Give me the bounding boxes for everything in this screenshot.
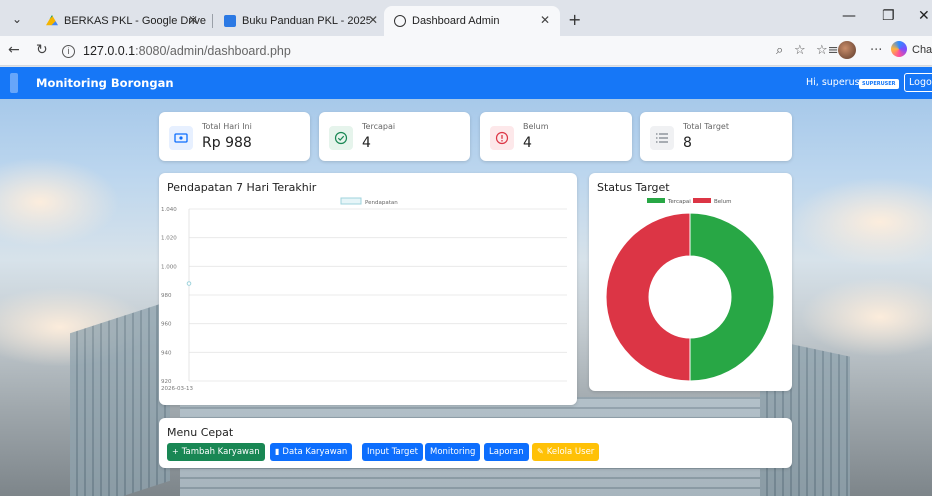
new-tab-plus-icon[interactable]: + xyxy=(568,10,581,29)
stat-label: Total Hari Ini xyxy=(202,122,252,131)
stat-card-belum: Belum 4 xyxy=(480,112,632,161)
y-tick-label: 1.040 xyxy=(161,207,177,213)
stat-label: Tercapai xyxy=(362,122,396,131)
browser-tab-docx[interactable]: Buku Panduan PKL - 2025.docx - G ✕ xyxy=(214,6,382,36)
back-arrow-icon[interactable]: ← xyxy=(8,42,20,58)
restore-icon[interactable]: ❐ xyxy=(882,8,895,24)
stat-value: 8 xyxy=(683,135,692,151)
y-tick-label: 920 xyxy=(161,379,172,385)
status-donut-chart: Tercapai Belum xyxy=(605,198,775,382)
quick-data-karyawan-button[interactable]: ▮ Data Karyawan xyxy=(270,443,353,461)
cash-icon xyxy=(169,126,193,150)
tab-title: BERKAS PKL - Google Drive xyxy=(64,15,207,27)
quick-menu-card: Menu Cepat + Tambah Karyawan ▮ Data Karyawa… xyxy=(159,418,792,468)
list-icon xyxy=(650,126,674,150)
logout-button[interactable]: Logout xyxy=(904,73,932,92)
quick-tambah-karyawan-button[interactable]: + Tambah Karyawan xyxy=(167,443,265,461)
quick-input-target-button[interactable]: Input Target xyxy=(362,443,424,461)
quick-laporan-button[interactable]: Laporan xyxy=(484,443,529,461)
copilot-label[interactable]: Cha xyxy=(912,44,932,56)
role-badge: SUPERUSER xyxy=(859,79,899,89)
stat-value: 4 xyxy=(362,135,371,151)
stat-label: Belum xyxy=(523,122,549,131)
legend-label: Pendapatan xyxy=(365,200,398,206)
profile-avatar-icon[interactable] xyxy=(838,41,856,59)
button-icon: ▮ xyxy=(275,447,280,456)
minimize-icon[interactable]: — xyxy=(842,8,856,24)
brand-title[interactable]: Monitoring Borongan xyxy=(36,76,174,90)
button-label: Monitoring xyxy=(430,447,476,457)
stat-card-total-hari-ini: Total Hari Ini Rp 988 xyxy=(159,112,310,161)
y-tick-label: 1.020 xyxy=(161,236,177,242)
button-label: Input Target xyxy=(367,447,419,457)
tab-title: Dashboard Admin xyxy=(412,15,500,27)
donut-slice-tercapai xyxy=(689,212,775,382)
button-icon: ✎ xyxy=(537,447,544,456)
reload-icon[interactable]: ↻ xyxy=(36,42,48,58)
tab-separator xyxy=(212,14,213,28)
google-drive-icon xyxy=(46,15,58,26)
button-icon: + xyxy=(172,447,179,456)
income-chart-card: Pendapatan 7 Hari Terakhir Pendapatan 1.0… xyxy=(159,173,577,405)
site-info-icon[interactable]: i xyxy=(62,44,75,58)
button-label: Kelola User xyxy=(546,447,595,457)
word-doc-icon xyxy=(224,15,236,27)
top-navbar: Monitoring Borongan Hi, superuser SUPERU… xyxy=(0,67,932,99)
background-cloud xyxy=(800,277,932,357)
tab-title: Buku Panduan PKL - 2025.docx - G xyxy=(242,15,370,27)
y-tick-label: 940 xyxy=(161,350,172,356)
close-tab-icon[interactable]: ✕ xyxy=(540,13,550,27)
button-label: Data Karyawan xyxy=(282,447,348,457)
quick-monitoring-button[interactable]: Monitoring xyxy=(425,443,481,461)
legend-swatch xyxy=(647,198,665,203)
close-window-icon[interactable]: ✕ xyxy=(918,8,930,24)
stat-label: Total Target xyxy=(683,122,729,131)
stat-card-total-target: Total Target 8 xyxy=(640,112,792,161)
stat-value: Rp 988 xyxy=(202,135,252,151)
legend-swatch xyxy=(340,197,362,205)
status-target-card: Status Target Tercapai Belum xyxy=(589,173,792,391)
brand-logo-icon xyxy=(10,73,18,93)
globe-icon xyxy=(394,15,406,27)
legend-swatch xyxy=(693,198,711,203)
y-tick-label: 960 xyxy=(161,322,172,328)
legend-label: Belum xyxy=(714,199,732,205)
tab-list-chevron-icon[interactable]: ⌄ xyxy=(8,10,26,28)
button-label: Laporan xyxy=(489,447,524,457)
button-label: Tambah Karyawan xyxy=(181,447,260,457)
browser-tab-drive[interactable]: BERKAS PKL - Google Drive ✕ xyxy=(36,6,208,36)
more-menu-icon[interactable]: ··· xyxy=(870,43,882,58)
stat-card-tercapai: Tercapai 4 xyxy=(319,112,470,161)
x-tick-label: 2026-03-13 xyxy=(161,386,193,392)
browser-address-bar: ← ↻ i 127.0.0.1 :8080/admin/dashboard.ph… xyxy=(0,36,932,66)
legend-label: Tercapai xyxy=(667,199,691,205)
quick-menu-title: Menu Cepat xyxy=(167,426,234,439)
close-tab-icon[interactable]: ✕ xyxy=(368,13,378,27)
background-cloud xyxy=(0,157,120,247)
background-building xyxy=(70,300,170,496)
close-tab-icon[interactable]: ✕ xyxy=(188,13,198,27)
url-host: 127.0.0.1 xyxy=(83,44,136,58)
browser-tabbar: ⌄ BERKAS PKL - Google Drive ✕ Buku Pandu… xyxy=(0,0,932,36)
background-cloud xyxy=(790,177,932,267)
donut-slice-belum xyxy=(605,212,691,382)
url-input[interactable]: i 127.0.0.1 :8080/admin/dashboard.php xyxy=(60,40,860,62)
income-line-chart: Pendapatan 1.040 1.020 1.000 980 960 940 920202… xyxy=(161,197,567,392)
favorite-star-icon[interactable]: ☆ xyxy=(794,43,806,58)
copilot-icon[interactable] xyxy=(891,41,907,57)
check-circle-icon xyxy=(329,126,353,150)
dashboard-page: Monitoring Borongan Hi, superuser SUPERU… xyxy=(0,67,932,496)
quick-kelola-user-button[interactable]: ✎ Kelola User xyxy=(532,443,600,461)
data-point xyxy=(186,281,192,286)
zoom-icon[interactable]: ⌕ xyxy=(776,43,783,58)
y-tick-label: 980 xyxy=(161,293,172,299)
stat-value: 4 xyxy=(523,135,532,151)
y-tick-label: 1.000 xyxy=(161,264,177,270)
browser-tab-dashboard[interactable]: Dashboard Admin ✕ xyxy=(384,6,560,36)
url-path: :8080/admin/dashboard.php xyxy=(135,44,291,58)
favorites-list-icon[interactable]: ☆≡ xyxy=(816,43,839,58)
alert-circle-icon xyxy=(490,126,514,150)
